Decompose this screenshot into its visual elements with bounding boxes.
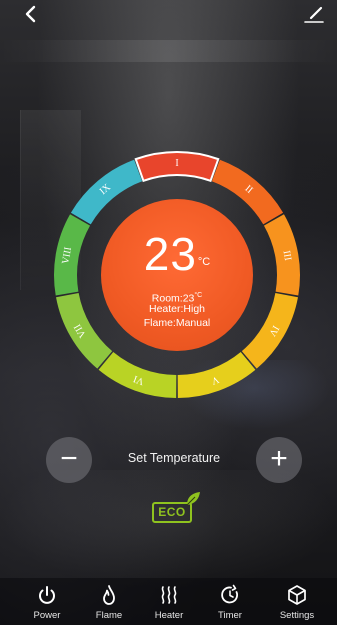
thermostat-screen: I II III IV V VI VII VIII IX 23°C Room:23°C Heat… bbox=[0, 0, 337, 625]
nav-flame[interactable]: Flame bbox=[78, 584, 140, 624]
nav-timer[interactable]: Timer bbox=[199, 584, 261, 624]
background-floor bbox=[0, 470, 337, 590]
nav-timer-label: Timer bbox=[218, 610, 242, 621]
leaf-icon bbox=[186, 492, 200, 506]
nav-flame-label: Flame bbox=[95, 610, 123, 621]
pencil-icon bbox=[304, 6, 324, 23]
background-ceiling bbox=[0, 40, 337, 62]
nav-power[interactable]: Power bbox=[16, 584, 78, 624]
eco-mode-button[interactable]: ECO bbox=[150, 490, 202, 523]
heat-waves-icon bbox=[161, 586, 177, 604]
edit-button[interactable] bbox=[303, 3, 325, 25]
flame-level-numeral: I bbox=[175, 158, 178, 169]
nav-settings[interactable]: Settings bbox=[266, 584, 328, 624]
flame-level-numeral: III bbox=[281, 250, 294, 262]
power-icon bbox=[39, 586, 55, 604]
settings-cube-icon bbox=[288, 585, 306, 605]
temperature-dial[interactable]: I II III IV V VI VII VIII IX 23°C Room:23°C Heat… bbox=[52, 150, 302, 400]
nav-heater-label: Heater bbox=[154, 610, 184, 621]
temperature-unit: °C bbox=[197, 256, 211, 268]
flame-icon bbox=[103, 585, 115, 605]
back-button[interactable] bbox=[22, 4, 42, 24]
nav-settings-label: Settings bbox=[279, 610, 315, 621]
current-temperature: 23°C bbox=[101, 229, 253, 279]
room-temperature-unit: °C bbox=[194, 292, 203, 299]
timer-icon bbox=[221, 584, 238, 604]
set-temperature-label: Set Temperature bbox=[127, 451, 221, 465]
set-temperature-row: − Set Temperature + bbox=[46, 437, 302, 483]
heater-status: Heater:High bbox=[148, 303, 206, 315]
flame-status: Flame:Manual bbox=[143, 317, 211, 329]
chevron-left-icon bbox=[25, 5, 36, 23]
temperature-display: 23°C Room:23°C Heater:High Flame:Manual bbox=[101, 199, 253, 351]
temperature-number: 23 bbox=[143, 228, 197, 280]
increase-temperature-button[interactable]: + bbox=[256, 437, 302, 483]
bottom-navigation: Power Flame Heater Timer Settings bbox=[0, 578, 337, 625]
nav-power-label: Power bbox=[33, 610, 61, 621]
top-bar bbox=[0, 0, 337, 26]
decrease-temperature-button[interactable]: − bbox=[46, 437, 92, 483]
nav-heater[interactable]: Heater bbox=[138, 584, 200, 624]
